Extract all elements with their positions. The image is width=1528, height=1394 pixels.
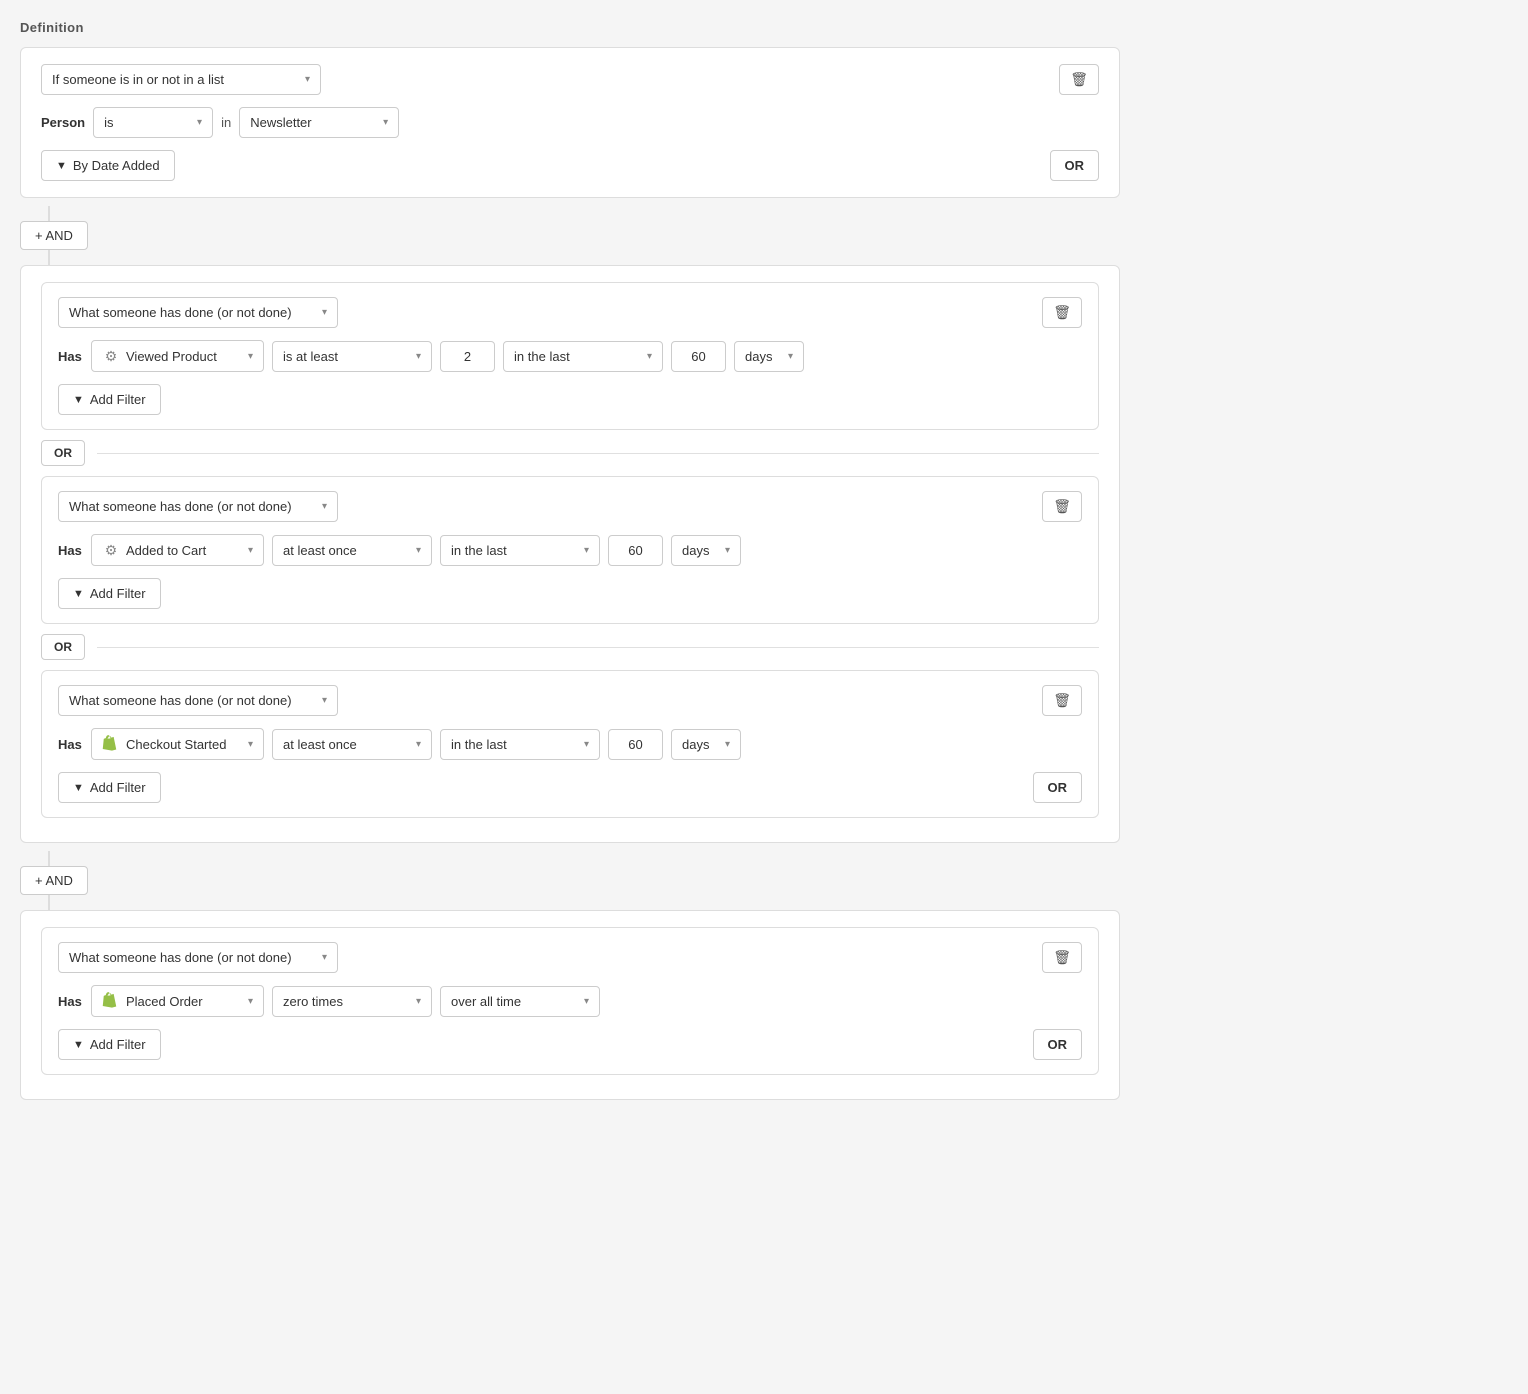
block2-row2-time-qualifier-select[interactable]: in the last ▾ bbox=[440, 535, 600, 566]
block1-or-button[interactable]: OR bbox=[1050, 150, 1100, 181]
block3-row1-header: What someone has done (or not done) ▾ 🗑 bbox=[58, 942, 1082, 973]
and-connector-2: + AND bbox=[20, 851, 1120, 910]
block2-row1-delete-button[interactable]: 🗑 bbox=[1042, 297, 1082, 328]
block2-row1-condition-type[interactable]: What someone has done (or not done) ▾ bbox=[58, 297, 338, 328]
block2-row2-event-select[interactable]: ⚙ Added to Cart ▾ bbox=[91, 534, 264, 566]
block1-condition-chevron: ▾ bbox=[305, 74, 310, 85]
block3-row1-delete-button[interactable]: 🗑 bbox=[1042, 942, 1082, 973]
block2-row3-event-select[interactable]: Checkout Started ▾ bbox=[91, 728, 264, 760]
block3-row1-filter-icon: ▼ bbox=[73, 1039, 84, 1051]
block3-row1-condition-label: What someone has done (or not done) bbox=[69, 950, 292, 965]
block2-row3-time-qualifier-select[interactable]: in the last ▾ bbox=[440, 729, 600, 760]
block1-container: If someone is in or not in a list ▾ 🗑 Pe… bbox=[20, 47, 1120, 198]
or1-line bbox=[97, 453, 1099, 454]
block2-row2-delete-button[interactable]: 🗑 bbox=[1042, 491, 1082, 522]
block2-row3-actions: ▼ Add Filter OR bbox=[58, 772, 1082, 803]
block2-row3-shopify-icon bbox=[102, 735, 120, 753]
section-title: Definition bbox=[20, 20, 1120, 35]
or1-button[interactable]: OR bbox=[41, 440, 85, 466]
block3-row1: What someone has done (or not done) ▾ 🗑 … bbox=[41, 927, 1099, 1075]
block2-row3-condition-type[interactable]: What someone has done (or not done) ▾ bbox=[58, 685, 338, 716]
block2-row2-time-unit-select[interactable]: days ▾ bbox=[671, 535, 741, 566]
or-connector-2: OR bbox=[41, 634, 1099, 660]
and1-button[interactable]: + AND bbox=[20, 221, 88, 250]
block1-header: If someone is in or not in a list ▾ 🗑 bbox=[41, 64, 1099, 95]
block2-row1-event-label: Viewed Product bbox=[126, 349, 236, 364]
block2-row1: What someone has done (or not done) ▾ 🗑 … bbox=[41, 282, 1099, 430]
block2-row2-filter-icon: ▼ bbox=[73, 588, 84, 600]
block3-row1-add-filter-button[interactable]: ▼ Add Filter bbox=[58, 1029, 161, 1060]
block2-row2-add-filter-button[interactable]: ▼ Add Filter bbox=[58, 578, 161, 609]
block3-row1-time-qualifier-select[interactable]: over all time ▾ bbox=[440, 986, 600, 1017]
block2-row1-has-row: Has ⚙ Viewed Product ▾ is at least ▾ 2 i… bbox=[58, 340, 1082, 372]
block2-container: What someone has done (or not done) ▾ 🗑 … bbox=[20, 265, 1120, 843]
block2-row3-has-label: Has bbox=[58, 737, 83, 752]
block2-row1-event-select[interactable]: ⚙ Viewed Product ▾ bbox=[91, 340, 264, 372]
block3-row1-has-row: Has Placed Order ▾ zero times ▾ over all… bbox=[58, 985, 1082, 1017]
block3-container: What someone has done (or not done) ▾ 🗑 … bbox=[20, 910, 1120, 1100]
block2-row1-event-chevron: ▾ bbox=[248, 351, 253, 362]
block1-by-date-button[interactable]: ▼ By Date Added bbox=[41, 150, 175, 181]
block2-row3-has-row: Has Checkout Started ▾ at least once ▾ i… bbox=[58, 728, 1082, 760]
block3-row1-event-label: Placed Order bbox=[126, 994, 236, 1009]
block2-row2-condition-type[interactable]: What someone has done (or not done) ▾ bbox=[58, 491, 338, 522]
block2-row2-has-label: Has bbox=[58, 543, 83, 558]
block2-row1-frequency-select[interactable]: is at least ▾ bbox=[272, 341, 432, 372]
block2-row2: What someone has done (or not done) ▾ 🗑 … bbox=[41, 476, 1099, 624]
block3-row1-frequency-select[interactable]: zero times ▾ bbox=[272, 986, 432, 1017]
block2-row1-header: What someone has done (or not done) ▾ 🗑 bbox=[58, 297, 1082, 328]
block2-row1-gear-icon: ⚙ bbox=[102, 347, 120, 365]
block2-row1-condition-label: What someone has done (or not done) bbox=[69, 305, 292, 320]
block3-row1-has-label: Has bbox=[58, 994, 83, 1009]
block2-row1-filter-icon: ▼ bbox=[73, 394, 84, 406]
block2-row3: What someone has done (or not done) ▾ 🗑 … bbox=[41, 670, 1099, 818]
block2-row2-time-value-input[interactable]: 60 bbox=[608, 535, 663, 566]
block2-row2-event-label: Added to Cart bbox=[126, 543, 236, 558]
block2-row1-count-input[interactable]: 2 bbox=[440, 341, 495, 372]
block2-row1-time-qualifier-select[interactable]: in the last ▾ bbox=[503, 341, 663, 372]
block2-row3-event-label: Checkout Started bbox=[126, 737, 236, 752]
block2-or-right-button[interactable]: OR bbox=[1033, 772, 1083, 803]
block2-row3-filter-icon: ▼ bbox=[73, 782, 84, 794]
block2-row3-time-unit-select[interactable]: days ▾ bbox=[671, 729, 741, 760]
block1-list-chevron: ▾ bbox=[383, 117, 388, 128]
block2-row3-time-value-input[interactable]: 60 bbox=[608, 729, 663, 760]
block1-person-row: Person is ▾ in Newsletter ▾ bbox=[41, 107, 1099, 138]
or2-line bbox=[97, 647, 1099, 648]
block2-row2-header: What someone has done (or not done) ▾ 🗑 bbox=[58, 491, 1082, 522]
block2-row1-has-label: Has bbox=[58, 349, 83, 364]
block2-row3-frequency-select[interactable]: at least once ▾ bbox=[272, 729, 432, 760]
block1-delete-button[interactable]: 🗑 bbox=[1059, 64, 1099, 95]
block2-row3-header: What someone has done (or not done) ▾ 🗑 bbox=[58, 685, 1082, 716]
block2-row1-add-filter-button[interactable]: ▼ Add Filter bbox=[58, 384, 161, 415]
filter-icon: ▼ bbox=[56, 160, 67, 172]
block3-row1-event-select[interactable]: Placed Order ▾ bbox=[91, 985, 264, 1017]
block1-condition-type-label: If someone is in or not in a list bbox=[52, 72, 224, 87]
block1-condition-type[interactable]: If someone is in or not in a list ▾ bbox=[41, 64, 321, 95]
or2-button[interactable]: OR bbox=[41, 634, 85, 660]
block3-or-right-button[interactable]: OR bbox=[1033, 1029, 1083, 1060]
block2-row2-has-row: Has ⚙ Added to Cart ▾ at least once ▾ in… bbox=[58, 534, 1082, 566]
block1-person-label: Person bbox=[41, 115, 85, 130]
and2-button[interactable]: + AND bbox=[20, 866, 88, 895]
block2-row3-add-filter-button[interactable]: ▼ Add Filter bbox=[58, 772, 161, 803]
or-connector-1: OR bbox=[41, 440, 1099, 466]
block1-list-select[interactable]: Newsletter ▾ bbox=[239, 107, 399, 138]
block2-row2-gear-icon: ⚙ bbox=[102, 541, 120, 559]
block2-row3-delete-button[interactable]: 🗑 bbox=[1042, 685, 1082, 716]
block3-row1-shopify-icon bbox=[102, 992, 120, 1010]
block2-row2-frequency-select[interactable]: at least once ▾ bbox=[272, 535, 432, 566]
block1-in-label: in bbox=[221, 115, 231, 130]
and-connector-1: + AND bbox=[20, 206, 1120, 265]
block2-row2-condition-label: What someone has done (or not done) bbox=[69, 499, 292, 514]
block1-is-chevron: ▾ bbox=[197, 117, 202, 128]
block2-row1-time-value-input[interactable]: 60 bbox=[671, 341, 726, 372]
block2-row1-chevron: ▾ bbox=[322, 307, 327, 318]
block3-row1-actions: ▼ Add Filter OR bbox=[58, 1029, 1082, 1060]
block1-person-is-select[interactable]: is ▾ bbox=[93, 107, 213, 138]
block3-row1-condition-type[interactable]: What someone has done (or not done) ▾ bbox=[58, 942, 338, 973]
block1-actions: ▼ By Date Added OR bbox=[41, 150, 1099, 181]
block2-row3-condition-label: What someone has done (or not done) bbox=[69, 693, 292, 708]
block2-row1-time-unit-select[interactable]: days ▾ bbox=[734, 341, 804, 372]
